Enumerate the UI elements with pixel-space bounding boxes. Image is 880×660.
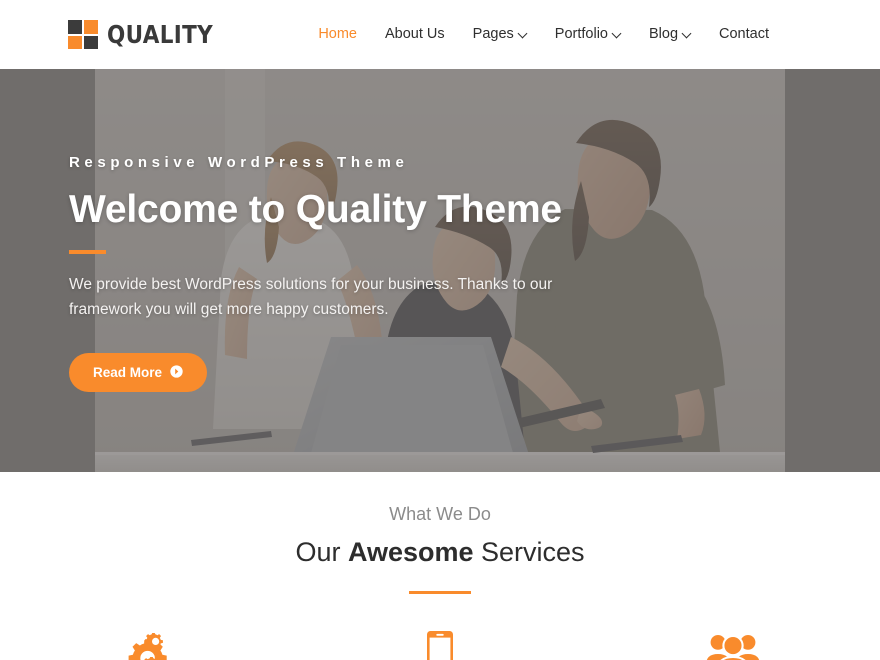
nav-item-portfolio-label: Portfolio <box>554 26 608 43</box>
nav-item-about-us-label: About Us <box>385 26 445 43</box>
services-title-suffix: Services <box>473 537 585 567</box>
checkerboard-logo-icon <box>68 20 98 49</box>
hero-title: Welcome to Quality Theme <box>69 188 562 231</box>
services-eyebrow: What We Do <box>389 504 491 524</box>
nav-item-pages-label: Pages <box>472 26 514 43</box>
nav-item-home-label: Home <box>318 26 357 43</box>
site-header: QUALITY Home About Us Pages Portfolio Bl… <box>0 0 880 69</box>
brand-logo-link[interactable]: QUALITY <box>68 20 230 49</box>
nav-item-contact[interactable]: Contact <box>705 21 783 48</box>
hero-content: Responsive WordPress Theme Welcome to Qu… <box>0 69 620 393</box>
services-grid <box>0 631 880 660</box>
read-more-button-label: Read More <box>93 364 163 380</box>
hero-description: We provide best WordPress solutions for … <box>69 275 553 318</box>
services-title: Our Awesome Services <box>0 537 880 568</box>
services-section: What We Do Our Awesome Services <box>0 472 880 660</box>
service-card-2[interactable] <box>293 631 586 660</box>
circle-arrow-right-icon <box>170 365 183 381</box>
chevron-down-icon <box>519 29 527 37</box>
nav-item-pages[interactable]: Pages <box>459 21 541 48</box>
hero-eyebrow: Responsive WordPress Theme <box>69 154 409 171</box>
services-accent-rule <box>409 591 471 595</box>
cogs-icon <box>120 631 174 660</box>
chevron-down-icon <box>683 29 691 37</box>
nav-item-portfolio[interactable]: Portfolio <box>541 21 635 48</box>
hero-accent-rule <box>69 249 106 254</box>
users-group-icon <box>706 631 760 660</box>
service-card-3[interactable] <box>587 631 880 660</box>
service-card-1[interactable] <box>0 631 293 660</box>
services-title-strong: Awesome <box>347 537 474 567</box>
chevron-down-icon <box>613 29 621 37</box>
nav-item-contact-label: Contact <box>719 26 769 43</box>
hero-banner: Responsive WordPress Theme Welcome to Qu… <box>0 69 880 472</box>
primary-navigation: Home About Us Pages Portfolio Blog Conta… <box>304 21 783 48</box>
nav-item-blog[interactable]: Blog <box>635 21 705 48</box>
brand-name: QUALITY <box>107 20 214 49</box>
services-title-prefix: Our <box>295 537 348 567</box>
nav-item-about-us[interactable]: About Us <box>371 21 459 48</box>
read-more-button[interactable]: Read More <box>69 352 208 393</box>
nav-item-home[interactable]: Home <box>304 21 371 48</box>
mobile-phone-icon <box>426 631 453 660</box>
nav-item-blog-label: Blog <box>648 26 679 43</box>
